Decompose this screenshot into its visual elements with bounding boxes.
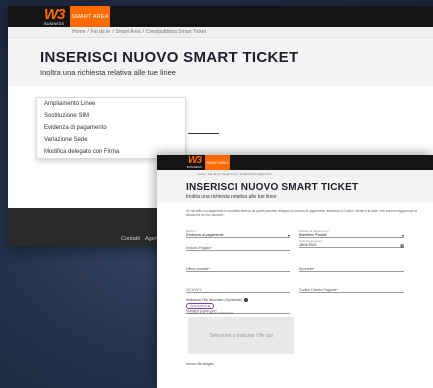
breadcrumb-smart-area[interactable]: Smart Area [222, 172, 237, 176]
ufficio-input[interactable]: Ufficio postale* [186, 267, 290, 272]
breadcrumb-separator: / [142, 29, 144, 35]
field-underline [188, 133, 219, 134]
importo-field[interactable]: Importo Pagato* [186, 246, 290, 251]
breadcrumb-fai-da-te[interactable]: Fai da te [91, 29, 110, 35]
breadcrumb-separator: / [220, 171, 222, 176]
dropdown-option-ampliamento-linee[interactable]: Ampliamento Linee [37, 98, 185, 110]
sportello-field[interactable]: Sportello* [299, 267, 404, 272]
foreground-window: W3 BUSINESS SMART AREA Home / Fai da te … [157, 155, 433, 388]
smart-area-tab[interactable]: SMART AREA [205, 155, 230, 170]
breadcrumb: Home / Fai da te / Smart Area / Evidenza… [157, 170, 433, 177]
breadcrumb-separator: / [112, 29, 114, 35]
data-text: 18/11/2021 [299, 243, 317, 247]
breadcrumb: Home / Fai da te / Smart Area / Crea/pub… [8, 27, 433, 38]
motivo-dropdown-menu: Ampliamento Linee Sostituzione SIM Evide… [36, 97, 186, 159]
data-pagamento-field[interactable]: Data Pagamento* 18/11/2021 ▦ [299, 239, 404, 248]
breadcrumb-fai-da-te[interactable]: Fai da te [208, 172, 220, 176]
metodo-pagamento-select[interactable]: Metodo di pagamento* Bollettino Postale … [299, 229, 404, 238]
no-files-text: Nessun file allegato [186, 362, 214, 366]
page-header: INSERISCI NUOVO SMART TICKET Inoltra una… [8, 38, 433, 86]
attachments-label: Seleziona i file da inviare (Opzionale) … [186, 298, 248, 302]
vcy-input[interactable]: VCY/VCY [186, 288, 290, 293]
dropzone-text: Seleziona o trascina i file qui [209, 332, 273, 339]
calendar-icon[interactable]: ▦ [400, 243, 404, 248]
smart-area-tab[interactable]: SMART AREA [70, 6, 110, 27]
importo-input[interactable]: Importo Pagato* [186, 246, 290, 251]
breadcrumb-separator: / [206, 171, 207, 176]
top-navigation-bar: W3 BUSINESS SMART AREA [157, 155, 433, 170]
motivo-select[interactable]: Motivo* Evidenza di pagamento ▾ [186, 229, 290, 238]
chevron-down-icon: ▾ [287, 232, 290, 238]
logo-mark: W3 [188, 155, 202, 166]
info-icon[interactable]: i [243, 298, 248, 302]
logo-mark: W3 [44, 6, 65, 23]
form-intro-text: Se hai fatto un pagamento in modalità di… [186, 209, 418, 218]
breadcrumb-current: Crea/pubblica Smart Ticket [146, 29, 207, 35]
dropdown-option-sostituzione-sim[interactable]: Sostituzione SIM [37, 110, 185, 122]
logo-subtitle: BUSINESS [187, 166, 203, 169]
dropdown-option-evidenza-pagamento[interactable]: Evidenza di pagamento [37, 122, 185, 134]
page-title: INSERISCI NUOVO SMART TICKET [40, 49, 299, 66]
chevron-down-icon: ▾ [401, 232, 404, 238]
page-header: INSERISCI NUOVO SMART TICKET Inoltra una… [157, 177, 433, 203]
footer-link-contatti[interactable]: Contatti [121, 236, 140, 242]
breadcrumb-home[interactable]: Home [197, 172, 205, 176]
file-dropzone[interactable]: Seleziona o trascina i file qui [188, 317, 294, 354]
page-subtitle: Inoltra una richiesta relativa alle tue … [40, 68, 176, 77]
brand-logo[interactable]: W3 BUSINESS [187, 155, 203, 170]
breadcrumb-smart-area[interactable]: Smart Area [116, 29, 141, 35]
metodo-selected-text: Bollettino Postale [299, 233, 327, 237]
logo-subtitle: BUSINESS [44, 22, 65, 26]
drop-instructions: o trascina il file nell'area sottostante [186, 311, 234, 315]
codice-cliente-input[interactable]: Codice Cliente Pagante* [299, 288, 404, 293]
page-title: INSERISCI NUOVO SMART TICKET [186, 182, 359, 193]
motivo-selected-text: Evidenza di pagamento [186, 233, 224, 237]
brand-logo[interactable]: W3 BUSINESS [44, 7, 65, 26]
metodo-value[interactable]: Bollettino Postale ▾ [299, 233, 404, 238]
breadcrumb-separator: / [238, 171, 240, 176]
sportello-input[interactable]: Sportello* [299, 267, 404, 272]
ufficio-postale-field[interactable]: Ufficio postale* [186, 267, 290, 272]
breadcrumb-separator: / [87, 29, 89, 35]
motivo-value[interactable]: Evidenza di pagamento ▾ [186, 233, 290, 238]
breadcrumb-home[interactable]: Home [72, 29, 85, 35]
page-subtitle: Inoltra una richiesta relativa alle tue … [186, 194, 277, 200]
dropdown-option-variazione-sede[interactable]: Variazione Sede [37, 134, 185, 146]
codice-cliente-field[interactable]: Codice Cliente Pagante* [299, 288, 404, 293]
top-navigation-bar: W3 BUSINESS SMART AREA [8, 6, 433, 27]
breadcrumb-current: Evidenza di pagamento [240, 171, 272, 176]
browse-files-button[interactable]: SFOGLIA FILE [186, 303, 214, 309]
attachments-label-text: Seleziona i file da inviare (Opzionale) [186, 298, 242, 302]
vcy-field[interactable]: VCY/VCY [186, 288, 290, 293]
data-value[interactable]: 18/11/2021 ▦ [299, 243, 404, 248]
